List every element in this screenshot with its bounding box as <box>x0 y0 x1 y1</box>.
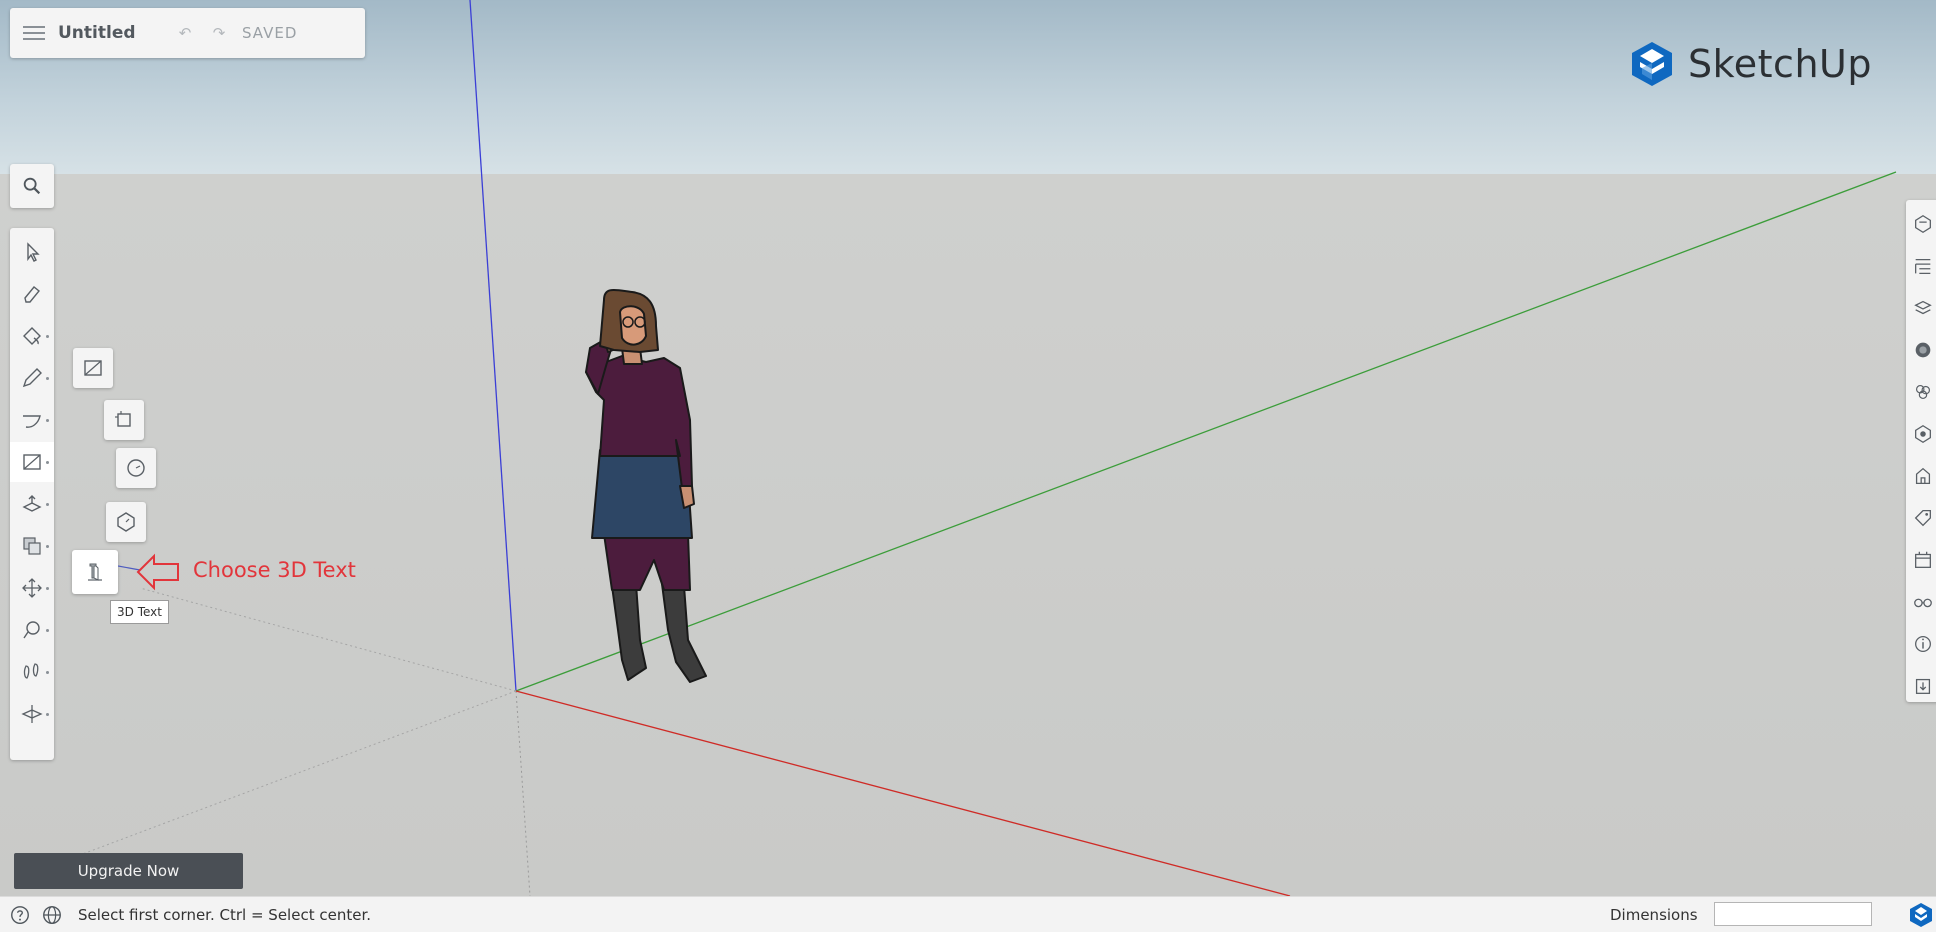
flyout-rectangle-button[interactable] <box>73 348 113 388</box>
redo-icon[interactable]: ↷ <box>202 24 236 42</box>
right-panel-toolbar <box>1906 200 1936 702</box>
display-icon[interactable] <box>1906 540 1936 580</box>
arc-icon <box>23 415 41 428</box>
footprints-icon <box>23 663 39 679</box>
globe-icon[interactable] <box>40 903 64 927</box>
rotated-rectangle-icon <box>115 411 131 427</box>
line-tool[interactable] <box>10 358 54 398</box>
status-bar: Select first corner. Ctrl = Select cente… <box>0 896 1936 932</box>
flyout-polygon-button[interactable] <box>106 502 146 542</box>
scenes-icon[interactable] <box>1906 414 1936 454</box>
flyout-circle-button[interactable] <box>116 448 156 488</box>
styles-icon[interactable] <box>1906 372 1936 412</box>
export-icon[interactable] <box>1906 666 1936 706</box>
sketchup-logo-icon <box>1628 40 1676 88</box>
orbit-icon <box>22 578 42 598</box>
instructor-icon[interactable] <box>1906 456 1936 496</box>
polygon-icon <box>117 512 135 532</box>
tags-icon[interactable] <box>1906 498 1936 538</box>
move-tool[interactable] <box>10 526 54 566</box>
eraser-icon <box>24 286 40 303</box>
walk-tool[interactable] <box>10 652 54 692</box>
scene-drawing <box>79 0 1897 896</box>
rectangle-icon <box>23 454 41 470</box>
components-icon[interactable] <box>1906 288 1936 328</box>
scale-figure <box>585 288 707 683</box>
green-axis-line <box>515 171 1897 692</box>
document-title[interactable]: Untitled <box>58 23 168 43</box>
document-bar: Untitled ↶ ↷ SAVED <box>10 8 365 58</box>
select-arrow-icon <box>27 242 40 262</box>
tape-tool[interactable] <box>10 610 54 650</box>
push-pull-tool[interactable] <box>10 484 54 524</box>
hamburger-menu-icon[interactable] <box>10 8 58 58</box>
red-axis-dotted <box>139 587 517 692</box>
brand-name: SketchUp <box>1688 42 1872 86</box>
help-circle-icon[interactable] <box>8 903 32 927</box>
left-toolbar <box>10 228 54 760</box>
paint-tool[interactable] <box>10 316 54 356</box>
undo-icon[interactable]: ↶ <box>168 24 202 42</box>
materials-icon[interactable] <box>1906 330 1936 370</box>
sketchup-brand: SketchUp <box>1628 40 1872 88</box>
flyout-3d-text-button[interactable] <box>72 550 118 594</box>
move-copy-icon <box>23 537 41 555</box>
eraser-tool[interactable] <box>10 274 54 314</box>
upgrade-now-button[interactable]: Upgrade Now <box>14 853 243 889</box>
shapes-tool[interactable] <box>10 442 54 482</box>
blue-axis-dotted <box>515 690 531 896</box>
3d-text-tooltip: 3D Text <box>110 600 169 624</box>
search-button[interactable] <box>10 164 54 208</box>
tape-measure-icon <box>23 621 40 639</box>
push-pull-icon <box>22 495 42 512</box>
left-arrow-outline-icon <box>118 553 179 591</box>
flyout-rotated-rectangle-button[interactable] <box>104 400 144 440</box>
green-axis-dotted <box>79 690 517 856</box>
save-status: SAVED <box>242 24 298 42</box>
orbit-tool[interactable] <box>10 568 54 608</box>
sketchup-logo-icon <box>1910 903 1932 927</box>
circle-icon <box>127 459 145 477</box>
status-message: Select first corner. Ctrl = Select cente… <box>78 905 371 924</box>
info-icon[interactable] <box>1906 624 1936 664</box>
section-plane-icon <box>21 705 43 723</box>
select-tool[interactable] <box>10 232 54 272</box>
views-icon[interactable] <box>1906 582 1936 622</box>
3d-viewport[interactable] <box>0 0 1936 896</box>
pencil-icon <box>22 368 42 388</box>
paint-bucket-icon <box>23 327 41 345</box>
annotation-label: Choose 3D Text <box>193 558 356 582</box>
dimensions-label: Dimensions <box>1610 906 1698 924</box>
blue-axis-line <box>469 0 517 692</box>
3d-text-icon <box>88 563 102 581</box>
search-icon <box>23 177 41 195</box>
rectangle-icon <box>84 360 102 376</box>
outliner-icon[interactable] <box>1906 246 1936 286</box>
arc-tool[interactable] <box>10 400 54 440</box>
red-axis-line <box>515 690 1291 896</box>
entity-info-icon[interactable] <box>1906 204 1936 244</box>
dimensions-input[interactable] <box>1714 902 1872 926</box>
section-tool[interactable] <box>10 694 54 734</box>
